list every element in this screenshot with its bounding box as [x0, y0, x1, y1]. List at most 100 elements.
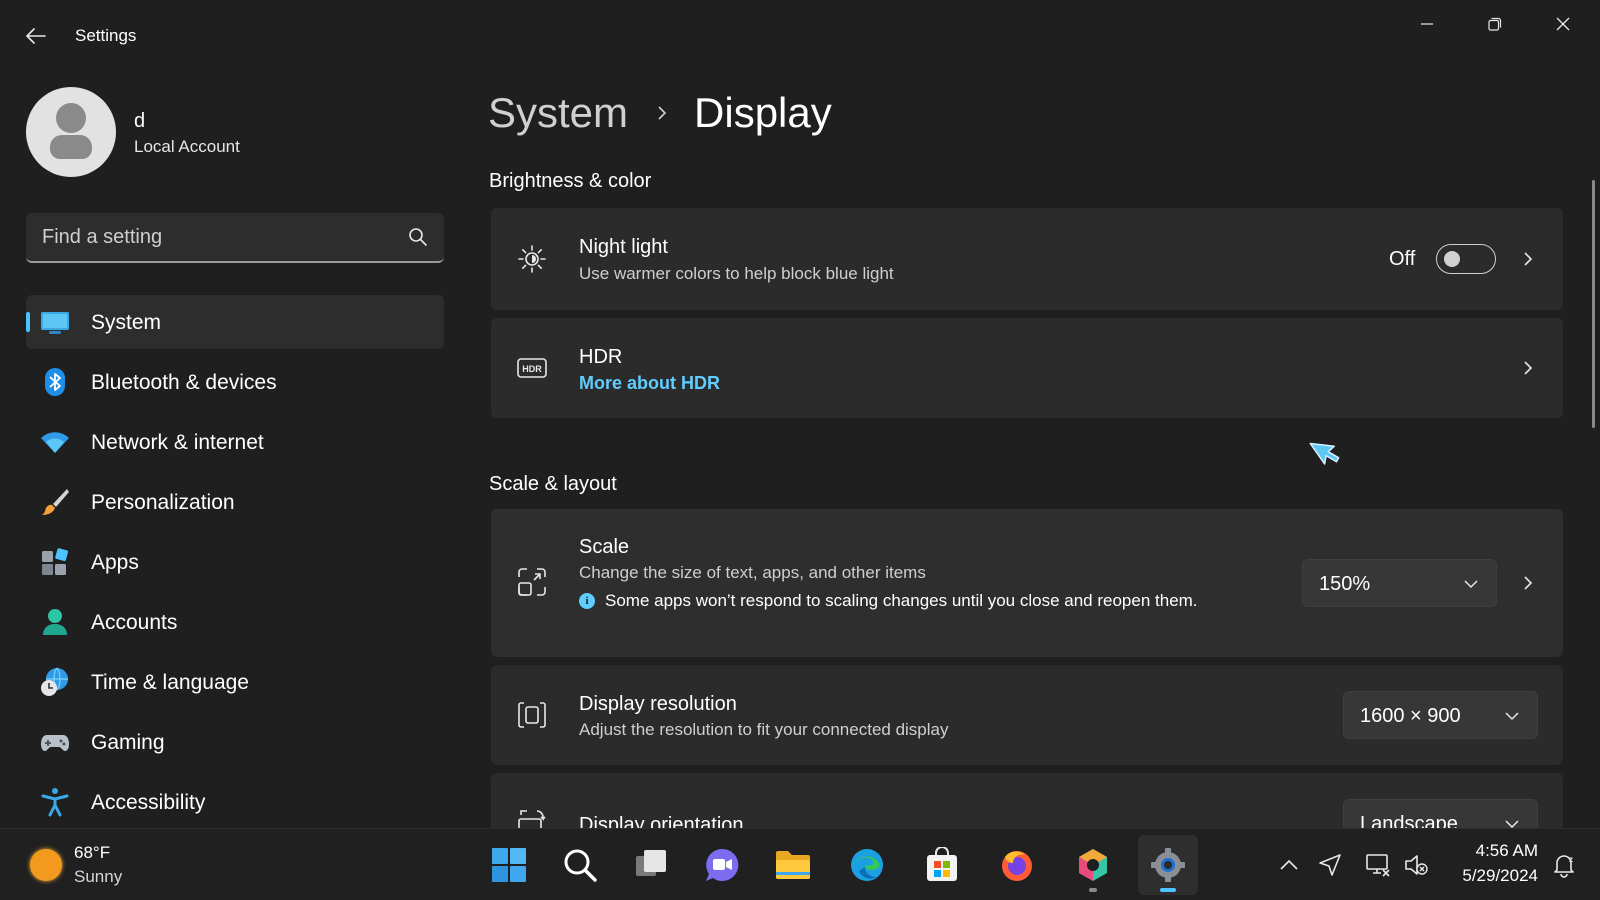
sidebar-item-label: Accounts — [91, 611, 178, 634]
chat-icon — [706, 848, 739, 881]
wifi-icon — [41, 432, 69, 453]
sidebar-item-label: Apps — [91, 551, 139, 574]
file-explorer-button[interactable] — [763, 835, 823, 895]
svg-text:HDR: HDR — [522, 364, 542, 374]
avatar[interactable] — [26, 87, 116, 177]
weather-temp[interactable]: 68°F — [74, 843, 110, 863]
restore-button[interactable] — [1466, 6, 1524, 42]
sidebar-item-gaming[interactable]: Gaming — [26, 715, 444, 769]
chat-button[interactable] — [692, 835, 752, 895]
breadcrumb: System Display — [488, 86, 832, 140]
edge-icon — [851, 849, 883, 881]
volume-tray-button[interactable] — [1402, 851, 1430, 879]
settings-icon — [1151, 848, 1185, 882]
taskbar: 68°F Sunny 4:56 AM 5/29/2024 z — [0, 828, 1600, 900]
scrollbar[interactable] — [1592, 180, 1595, 428]
search-input[interactable] — [26, 213, 396, 261]
restore-icon — [1488, 17, 1502, 31]
orientation-dropdown-value: Landscape — [1360, 813, 1458, 828]
sidebar-item-apps[interactable]: Apps — [26, 535, 444, 589]
sidebar-item-label: Network & internet — [91, 431, 264, 454]
hdr-card[interactable]: HDR HDR More about HDR — [491, 318, 1563, 418]
sidebar-item-system[interactable]: System — [26, 295, 444, 349]
minimize-button[interactable] — [1398, 6, 1456, 42]
sidebar-item-label: Personalization — [91, 491, 235, 514]
info-icon: i — [579, 593, 595, 609]
store-button[interactable] — [912, 835, 972, 895]
search-icon[interactable] — [408, 227, 428, 247]
sidebar-item-label: Accessibility — [91, 791, 206, 814]
sidebar-item-label: Time & language — [91, 671, 249, 694]
night-light-toggle[interactable] — [1436, 244, 1496, 274]
section-title-scale-layout: Scale & layout — [489, 473, 617, 495]
brightness-icon — [518, 245, 546, 273]
title-bar: Settings — [0, 0, 1600, 70]
edge-button[interactable] — [837, 835, 897, 895]
network-disconnected-icon — [1366, 854, 1390, 877]
chevron-right-icon — [1524, 576, 1533, 590]
scale-dropdown[interactable]: 150% — [1302, 559, 1497, 607]
avatar-body-shape — [50, 135, 92, 159]
night-light-card[interactable]: Night light Use warmer colors to help bl… — [491, 208, 1563, 310]
sidebar-item-label: Bluetooth & devices — [91, 371, 277, 394]
volume-muted-icon — [1405, 855, 1428, 875]
back-button[interactable] — [18, 20, 54, 52]
display-orientation-title: Display orientation — [579, 814, 744, 828]
clock-time[interactable]: 4:56 AM — [1466, 841, 1538, 861]
location-tray-button[interactable] — [1316, 851, 1344, 879]
profile-name: d — [134, 110, 146, 132]
store-icon — [927, 847, 957, 881]
mouse-cursor-icon — [1309, 442, 1340, 465]
notification-bell-icon: z — [1554, 855, 1574, 878]
scale-info-text: Some apps won’t respond to scaling chang… — [605, 591, 1198, 610]
minimize-icon — [1421, 23, 1433, 25]
night-light-title: Night light — [579, 236, 668, 258]
copilot-button[interactable] — [1063, 835, 1123, 895]
display-resolution-card: Display resolution Adjust the resolution… — [491, 665, 1563, 765]
sidebar-item-network[interactable]: Network & internet — [26, 415, 444, 469]
task-view-icon — [636, 850, 666, 876]
start-icon — [492, 848, 526, 882]
scale-card[interactable]: Scale Change the size of text, apps, and… — [491, 509, 1563, 657]
task-view-button[interactable] — [621, 835, 681, 895]
section-title-brightness: Brightness & color — [489, 170, 652, 192]
sun-icon[interactable] — [30, 849, 62, 881]
app-title: Settings — [75, 26, 137, 45]
chevron-right-icon — [1524, 252, 1533, 266]
network-tray-button[interactable] — [1364, 851, 1392, 879]
close-button[interactable] — [1534, 6, 1592, 42]
sidebar-item-bluetooth[interactable]: Bluetooth & devices — [26, 355, 444, 409]
notifications-button[interactable]: z — [1550, 851, 1578, 879]
breadcrumb-parent[interactable]: System — [488, 89, 628, 137]
file-explorer-icon — [776, 851, 810, 879]
night-light-state-label: Off — [1389, 248, 1416, 270]
resolution-dropdown[interactable]: 1600 × 900 — [1343, 691, 1538, 739]
sidebar-item-personalization[interactable]: Personalization — [26, 475, 444, 529]
accessibility-icon — [41, 788, 69, 817]
display-resolution-subtitle: Adjust the resolution to fit your connec… — [579, 720, 949, 739]
display-resolution-title: Display resolution — [579, 693, 737, 715]
more-about-hdr-link[interactable]: More about HDR — [579, 373, 720, 394]
svg-text:z: z — [1569, 855, 1573, 864]
sidebar-item-time-language[interactable]: Time & language — [26, 655, 444, 709]
clock-date[interactable]: 5/29/2024 — [1448, 866, 1538, 886]
chevron-right-icon — [658, 106, 667, 120]
start-button[interactable] — [479, 835, 539, 895]
running-indicator — [1089, 888, 1097, 892]
sidebar-item-accounts[interactable]: Accounts — [26, 595, 444, 649]
taskbar-search-button[interactable] — [550, 835, 610, 895]
search-icon — [564, 849, 597, 882]
night-light-subtitle: Use warmer colors to help block blue lig… — [579, 264, 894, 283]
resolution-dropdown-value: 1600 × 900 — [1360, 705, 1461, 727]
sidebar-item-accessibility[interactable]: Accessibility — [26, 775, 444, 829]
scale-title: Scale — [579, 536, 630, 558]
chevron-right-icon — [1524, 361, 1533, 375]
gamepad-icon — [41, 735, 69, 751]
settings-button[interactable] — [1138, 835, 1198, 895]
show-hidden-icons-button[interactable] — [1275, 851, 1303, 879]
weather-condition[interactable]: Sunny — [74, 867, 122, 887]
chevron-up-icon — [1280, 859, 1298, 870]
firefox-button[interactable] — [987, 835, 1047, 895]
monitor-icon — [41, 312, 69, 334]
orientation-dropdown[interactable]: Landscape — [1343, 799, 1538, 828]
